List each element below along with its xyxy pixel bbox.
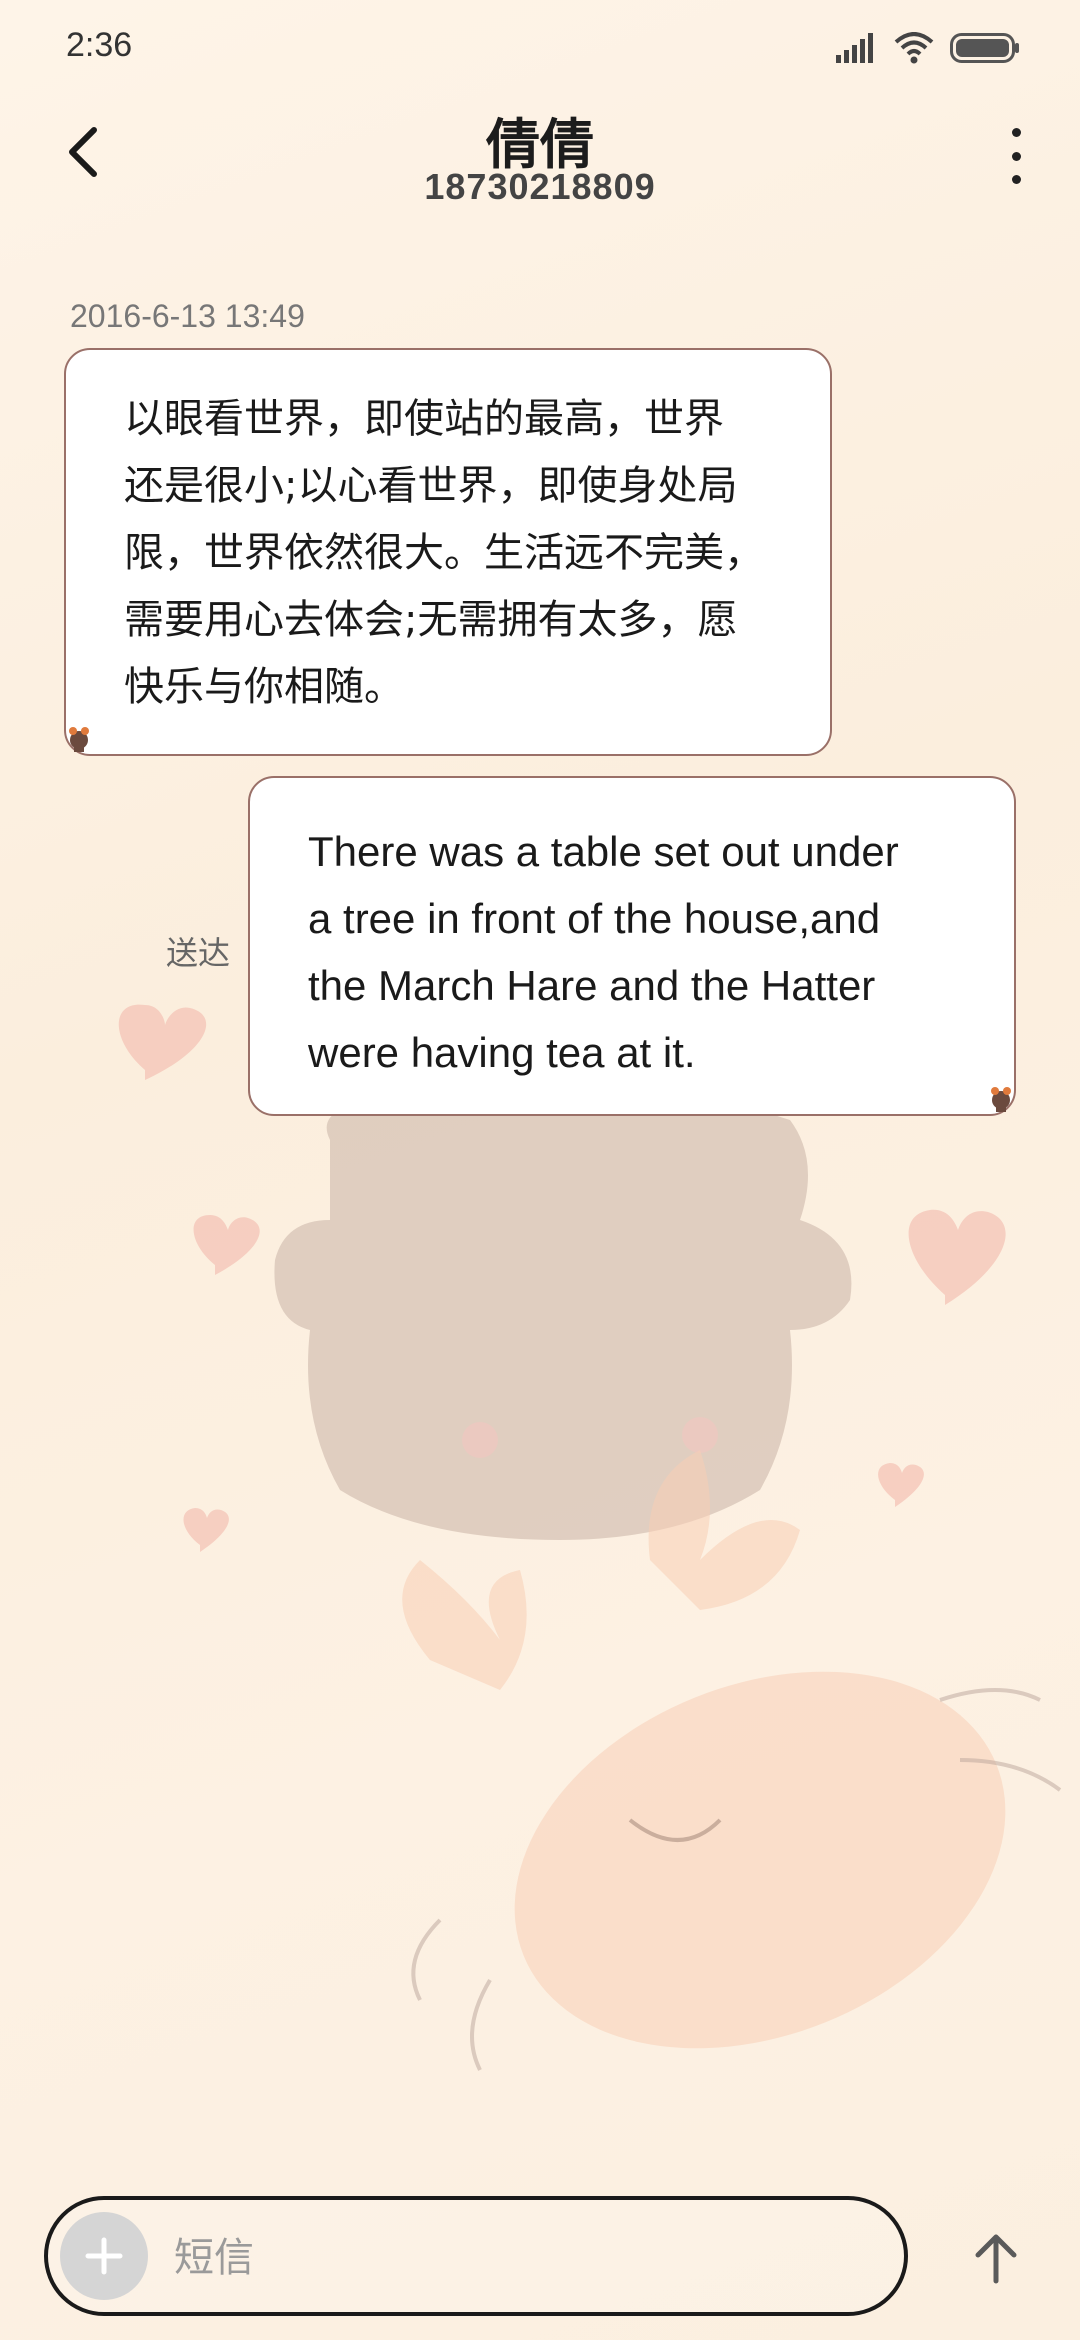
message-timestamp: 2016-6-13 13:49 bbox=[70, 298, 305, 334]
contact-number: 18730218809 bbox=[424, 166, 656, 207]
send-button[interactable] bbox=[964, 2222, 1028, 2294]
message-line: 还是很小;以心看世界，即使身处局 bbox=[124, 463, 738, 509]
message-line: were having tea at it. bbox=[308, 1029, 696, 1076]
message-input[interactable] bbox=[172, 2222, 876, 2294]
message-line: 快乐与你相随。 bbox=[124, 664, 404, 710]
status-bar: 2:36 bbox=[0, 0, 1080, 96]
message-line: the March Hare and the Hatter bbox=[308, 962, 876, 1009]
chat-screen: 2:36 倩倩 18730218809 2016-6-13 13:49 以眼看世… bbox=[0, 0, 1080, 2340]
message-line: 限，世界依然很大。生活远不完美， bbox=[124, 530, 764, 576]
message-composer bbox=[44, 2196, 908, 2316]
more-vertical-icon bbox=[1011, 128, 1021, 137]
battery-icon bbox=[950, 33, 1019, 63]
status-time: 2:36 bbox=[66, 26, 133, 64]
signal-icon bbox=[836, 33, 873, 63]
more-button[interactable] bbox=[1004, 120, 1028, 192]
outgoing-message-bubble[interactable]: There was a table set out under a tree i… bbox=[248, 776, 1016, 1116]
wifi-icon bbox=[894, 32, 934, 64]
arrow-up-icon bbox=[975, 2234, 1017, 2284]
bubble-bear-icon bbox=[991, 1087, 1011, 1112]
delivery-status: 送达 bbox=[166, 934, 231, 972]
incoming-message-bubble[interactable]: 以眼看世界，即使站的最高，世界 还是很小;以心看世界，即使身处局 限，世界依然很… bbox=[64, 348, 832, 756]
plus-icon bbox=[85, 2237, 123, 2275]
message-line: There was a table set out under bbox=[308, 828, 899, 875]
message-line: 以眼看世界，即使站的最高，世界 bbox=[124, 396, 724, 442]
bubble-bear-icon bbox=[69, 727, 89, 752]
status-icons bbox=[836, 30, 1020, 66]
message-line: 需要用心去体会;无需拥有太多，愿 bbox=[124, 597, 738, 643]
add-attachment-button[interactable] bbox=[60, 2212, 148, 2300]
message-line: a tree in front of the house,and bbox=[308, 895, 881, 942]
